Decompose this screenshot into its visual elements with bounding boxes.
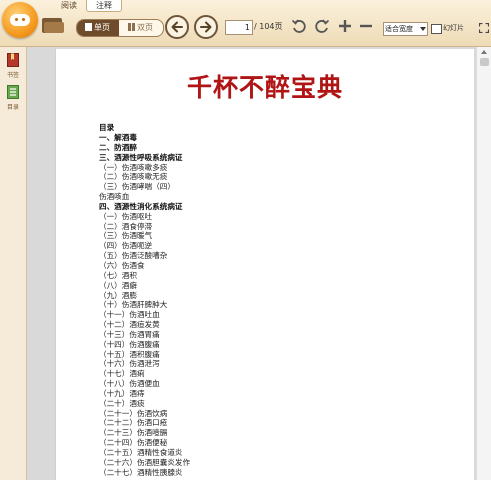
logo-face <box>10 14 30 26</box>
toc-section[interactable]: 三、酒源性呼吸系统病证 <box>99 153 399 163</box>
toc-item[interactable]: （五）伤酒泛酸嘈杂 <box>99 251 399 261</box>
toc-item[interactable]: （二十二）伤酒口疮 <box>99 418 399 428</box>
toc-item[interactable]: （十七）酒痢 <box>99 369 399 379</box>
double-page-icon <box>128 23 135 31</box>
toc-item[interactable]: （二十四）伤酒便秘 <box>99 438 399 448</box>
toc-item[interactable]: （六）伤酒食 <box>99 261 399 271</box>
toc-item[interactable]: （二十三）伤酒噎膈 <box>99 428 399 438</box>
tab-read[interactable]: 阅读 <box>54 0 84 11</box>
toc-item[interactable]: （二十七）酒精性胰腺炎 <box>99 468 399 478</box>
slideshow-button[interactable]: 幻灯片 <box>431 22 473 35</box>
reader-window: 阅读 注释 单页 双页 1 / 104页 适合宽度 幻灯片 书签 目录 千杯不醉… <box>0 0 491 480</box>
toc-item[interactable]: （十九）酒痔 <box>99 389 399 399</box>
table-of-contents: 目录 一、解酒毒 二、防酒醉 三、酒源性呼吸系统病证 （一）伤酒咳嗽多痰 （二）伤酒咳嗽… <box>99 123 399 478</box>
toc-item[interactable]: （二十）酒痰 <box>99 399 399 409</box>
document-page: 千杯不醉宝典 目录 一、解酒毒 二、防酒醉 三、酒源性呼吸系统病证 （一）伤酒咳嗽多痰… <box>55 49 474 480</box>
toc-item[interactable]: （八）酒癖 <box>99 281 399 291</box>
toc-item[interactable]: （十四）伤酒腹痛 <box>99 340 399 350</box>
toc-item[interactable]: （十）伤酒肝脾肿大 <box>99 300 399 310</box>
single-page-button[interactable]: 单页 <box>77 20 119 36</box>
vertical-scrollbar[interactable] <box>476 47 491 480</box>
fit-mode-select[interactable]: 适合宽度 <box>383 22 428 36</box>
bookmark-icon <box>7 53 19 67</box>
sidebar-item-label: 书签 <box>6 72 19 79</box>
toc-item[interactable]: （二）酒食停滞 <box>99 222 399 232</box>
open-folder-icon[interactable] <box>42 16 64 34</box>
double-page-button[interactable]: 双页 <box>120 20 163 36</box>
toolbar: 阅读 注释 单页 双页 1 / 104页 适合宽度 幻灯片 <box>0 0 491 47</box>
single-page-label: 单页 <box>94 23 110 32</box>
toc-icon <box>7 85 19 99</box>
fullscreen-icon[interactable] <box>479 23 489 33</box>
page-total: / 104页 <box>254 22 283 31</box>
toc-item[interactable]: （十二）酒疸发黄 <box>99 320 399 330</box>
logo-eye <box>15 18 18 21</box>
rotate-right-icon[interactable] <box>314 18 330 34</box>
toc-item[interactable]: （十八）伤酒便血 <box>99 379 399 389</box>
toc-item[interactable]: （三）伤酒暖气 <box>99 231 399 241</box>
toc-item[interactable]: （一）伤酒咳嗽多痰 <box>99 163 399 173</box>
toc-item[interactable]: （十六）伤酒泄泻 <box>99 359 399 369</box>
slideshow-icon <box>431 24 442 34</box>
document-viewer[interactable]: 千杯不醉宝典 目录 一、解酒毒 二、防酒醉 三、酒源性呼吸系统病证 （一）伤酒咳嗽多痰… <box>27 47 476 480</box>
toc-item[interactable]: （十一）伤酒吐血 <box>99 310 399 320</box>
toc-item[interactable]: 伤酒咳血 <box>99 192 399 202</box>
page-number-input[interactable]: 1 <box>225 20 253 35</box>
rotate-left-icon[interactable] <box>291 18 307 34</box>
toc-item[interactable]: （二）伤酒咳嗽无痰 <box>99 172 399 182</box>
next-page-button[interactable] <box>194 15 218 39</box>
scroll-up-arrow-icon[interactable] <box>477 47 491 57</box>
toc-item[interactable]: （十五）酒积腹痛 <box>99 350 399 360</box>
zoom-out-icon[interactable] <box>358 18 374 34</box>
toc-item[interactable]: （四）伤酒呃逆 <box>99 241 399 251</box>
scroll-thumb[interactable] <box>480 58 489 66</box>
toc-section[interactable]: 四、酒源性消化系统病证 <box>99 202 399 212</box>
logo-eye <box>22 18 25 21</box>
arrow-right-icon <box>200 21 212 33</box>
previous-page-button[interactable] <box>165 15 189 39</box>
zoom-in-icon[interactable] <box>337 18 353 34</box>
document-title: 千杯不醉宝典 <box>186 73 343 102</box>
fit-mode-value: 适合宽度 <box>385 25 413 33</box>
slideshow-label: 幻灯片 <box>443 24 464 32</box>
chevron-down-icon <box>420 27 426 31</box>
app-logo[interactable] <box>2 2 38 38</box>
sidebar-item-toc[interactable]: 目录 <box>3 84 23 114</box>
sidebar-item-label: 目录 <box>6 104 19 111</box>
toc-list: 一、解酒毒 二、防酒醉 三、酒源性呼吸系统病证 （一）伤酒咳嗽多痰 （二）伤酒咳嗽无痰（… <box>99 133 399 478</box>
toc-section[interactable]: 一、解酒毒 <box>99 133 399 143</box>
toc-item[interactable]: （七）酒积 <box>99 271 399 281</box>
toc-heading: 目录 <box>99 123 115 132</box>
toc-item[interactable]: （二十五）酒精性食道炎 <box>99 448 399 458</box>
toc-item[interactable]: （三）伤酒哮喘（四） <box>99 182 399 192</box>
toc-item[interactable]: （二十一）伤酒饮病 <box>99 409 399 419</box>
sidebar: 书签 目录 <box>0 47 27 480</box>
single-page-icon <box>85 23 92 31</box>
toc-section[interactable]: 二、防酒醉 <box>99 143 399 153</box>
arrow-left-icon <box>171 21 183 33</box>
toc-item[interactable]: （一）伤酒呕吐 <box>99 212 399 222</box>
toc-item[interactable]: （九）酒膨 <box>99 291 399 301</box>
toc-item[interactable]: （二十六）伤酒胆囊炎发作 <box>99 458 399 468</box>
tab-annotate[interactable]: 注释 <box>86 0 122 12</box>
double-page-label: 双页 <box>137 23 153 32</box>
page-view-toggle: 单页 双页 <box>76 19 164 37</box>
sidebar-item-bookmarks[interactable]: 书签 <box>3 52 23 82</box>
toc-item[interactable]: （十三）伤酒胃痛 <box>99 330 399 340</box>
